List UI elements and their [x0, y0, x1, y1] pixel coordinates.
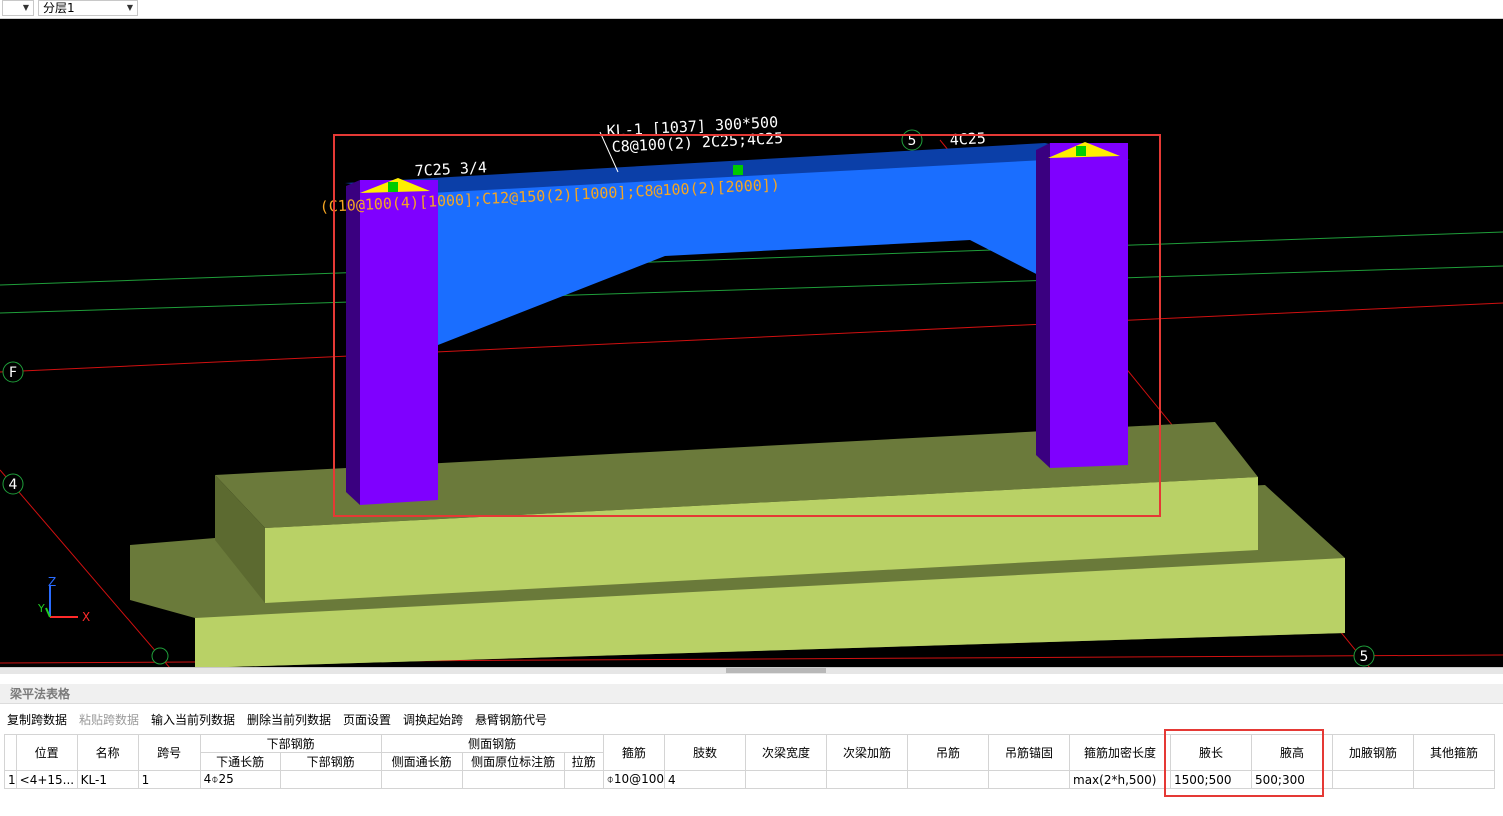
grid-line-green [0, 265, 1503, 314]
panel-title: 梁平法表格 [0, 684, 1503, 704]
table-header-row: 位置 名称 跨号 下部钢筋 侧面钢筋 箍筋 肢数 次梁宽度 次梁加筋 吊筋 吊筋… [4, 734, 1496, 771]
top-bar: ▼ 分层1 ▼ [0, 0, 1503, 19]
cantilever-code-button[interactable]: 悬臂钢筋代号 [475, 709, 547, 731]
cell-legs[interactable]: 4 [664, 770, 747, 789]
axis-z-label: Z [48, 575, 56, 589]
right-top-rebar-label: 4C25 [949, 129, 986, 149]
header-sec-beam-width[interactable]: 次梁宽度 [745, 734, 828, 771]
cell-other-stirrup[interactable] [1413, 770, 1496, 789]
cell-haunch-height[interactable]: 500;300 [1251, 770, 1334, 789]
column-left-side [346, 180, 360, 505]
view-combo[interactable]: ▼ [2, 0, 34, 16]
header-stirrup-dense-len[interactable]: 箍筋加密长度 [1069, 734, 1172, 771]
delete-column-button[interactable]: 删除当前列数据 [247, 709, 331, 731]
row-number: 1 [4, 770, 17, 789]
chevron-down-icon: ▼ [22, 3, 29, 12]
column-right-node [1076, 146, 1086, 156]
layer-combo-value: 分层1 [43, 1, 75, 15]
grid-label-f: F [9, 365, 17, 381]
beam-table: 位置 名称 跨号 下部钢筋 侧面钢筋 箍筋 肢数 次梁宽度 次梁加筋 吊筋 吊筋… [4, 734, 1496, 789]
cell-side-through[interactable] [380, 770, 463, 789]
3d-viewport[interactable]: KL-1 [1037] 300*500 C8@100(2) 2C25;4C25 … [0, 19, 1503, 667]
column-right-side [1036, 143, 1050, 468]
header-hanger[interactable]: 吊筋 [907, 734, 990, 771]
cell-span-no[interactable]: 1 [137, 770, 201, 789]
cell-hanger[interactable] [907, 770, 990, 789]
header-haunch-len[interactable]: 腋长 [1170, 734, 1253, 771]
panel-splitter[interactable] [0, 667, 1503, 674]
axis-x-label: X [82, 610, 90, 624]
header-name[interactable]: 名称 [76, 734, 139, 771]
header-side-rebar-group[interactable]: 侧面钢筋 [380, 734, 604, 753]
cell-bottom-rebar[interactable] [279, 770, 382, 789]
left-top-rebar-label: 7C25 3/4 [414, 158, 487, 180]
header-haunch-rebar[interactable]: 加腋钢筋 [1332, 734, 1415, 771]
header-side-through[interactable]: 侧面通长筋 [380, 752, 463, 771]
scene-canvas[interactable]: KL-1 [1037] 300*500 C8@100(2) 2C25;4C25 … [0, 19, 1503, 667]
cell-side-orig[interactable] [461, 770, 565, 789]
grid-label-4: 4 [9, 477, 18, 493]
grid-label-5-bottom: 5 [1360, 649, 1369, 665]
chevron-down-icon: ▼ [126, 3, 133, 12]
grid-circle-origin[interactable] [151, 647, 169, 665]
cell-sec-beam-add[interactable] [826, 770, 909, 789]
header-hanger-anchor[interactable]: 吊筋锚固 [988, 734, 1071, 771]
paste-span-button[interactable]: 粘贴跨数据 [79, 709, 139, 731]
cell-stirrup[interactable]: ⌽10@100 [602, 770, 666, 789]
cell-tie-bar[interactable] [563, 770, 604, 789]
header-bottom-through[interactable]: 下通长筋 [199, 752, 281, 771]
header-span-no[interactable]: 跨号 [137, 734, 201, 771]
page-setup-button[interactable]: 页面设置 [343, 709, 391, 731]
cell-name[interactable]: KL-1 [76, 770, 139, 789]
column-right-front [1050, 143, 1128, 468]
splitter-grip[interactable] [726, 668, 826, 673]
header-stirrup[interactable]: 箍筋 [602, 734, 666, 771]
column-left-node [388, 182, 398, 192]
cell-haunch-len[interactable]: 1500;500 [1170, 770, 1253, 789]
header-position[interactable]: 位置 [15, 734, 78, 771]
cell-position[interactable]: <4+15... [15, 770, 78, 789]
header-rownum [4, 734, 17, 771]
header-bottom-rebar-group[interactable]: 下部钢筋 [199, 734, 382, 753]
cell-stirrup-dense-len[interactable]: max(2*h,500) [1069, 770, 1172, 789]
layer-combo[interactable]: 分层1 ▼ [38, 0, 138, 16]
header-haunch-height[interactable]: 腋高 [1251, 734, 1334, 771]
beam-mid-node [733, 165, 743, 175]
column-left-front [360, 180, 438, 505]
cell-bottom-through[interactable]: 4⌽25 [199, 770, 281, 789]
header-tie-bar[interactable]: 拉筋 [563, 752, 604, 771]
header-side-orig[interactable]: 侧面原位标注筋 [461, 752, 565, 771]
cell-haunch-rebar[interactable] [1332, 770, 1415, 789]
copy-span-button[interactable]: 复制跨数据 [7, 709, 67, 731]
axis-y-label: Y [37, 602, 45, 615]
cell-sec-beam-width[interactable] [745, 770, 828, 789]
header-bottom-rebar[interactable]: 下部钢筋 [279, 752, 382, 771]
cell-hanger-anchor[interactable] [988, 770, 1071, 789]
adjust-start-span-button[interactable]: 调换起始跨 [403, 709, 463, 731]
header-other-stirrup[interactable]: 其他箍筋 [1413, 734, 1496, 771]
table-row[interactable]: 1 <4+15... KL-1 1 4⌽25 ⌽10@100 4 max(2*h… [4, 770, 1496, 789]
grid-line-f [0, 302, 1503, 373]
input-column-button[interactable]: 输入当前列数据 [151, 709, 235, 731]
header-sec-beam-add[interactable]: 次梁加筋 [826, 734, 909, 771]
header-legs[interactable]: 肢数 [664, 734, 747, 771]
